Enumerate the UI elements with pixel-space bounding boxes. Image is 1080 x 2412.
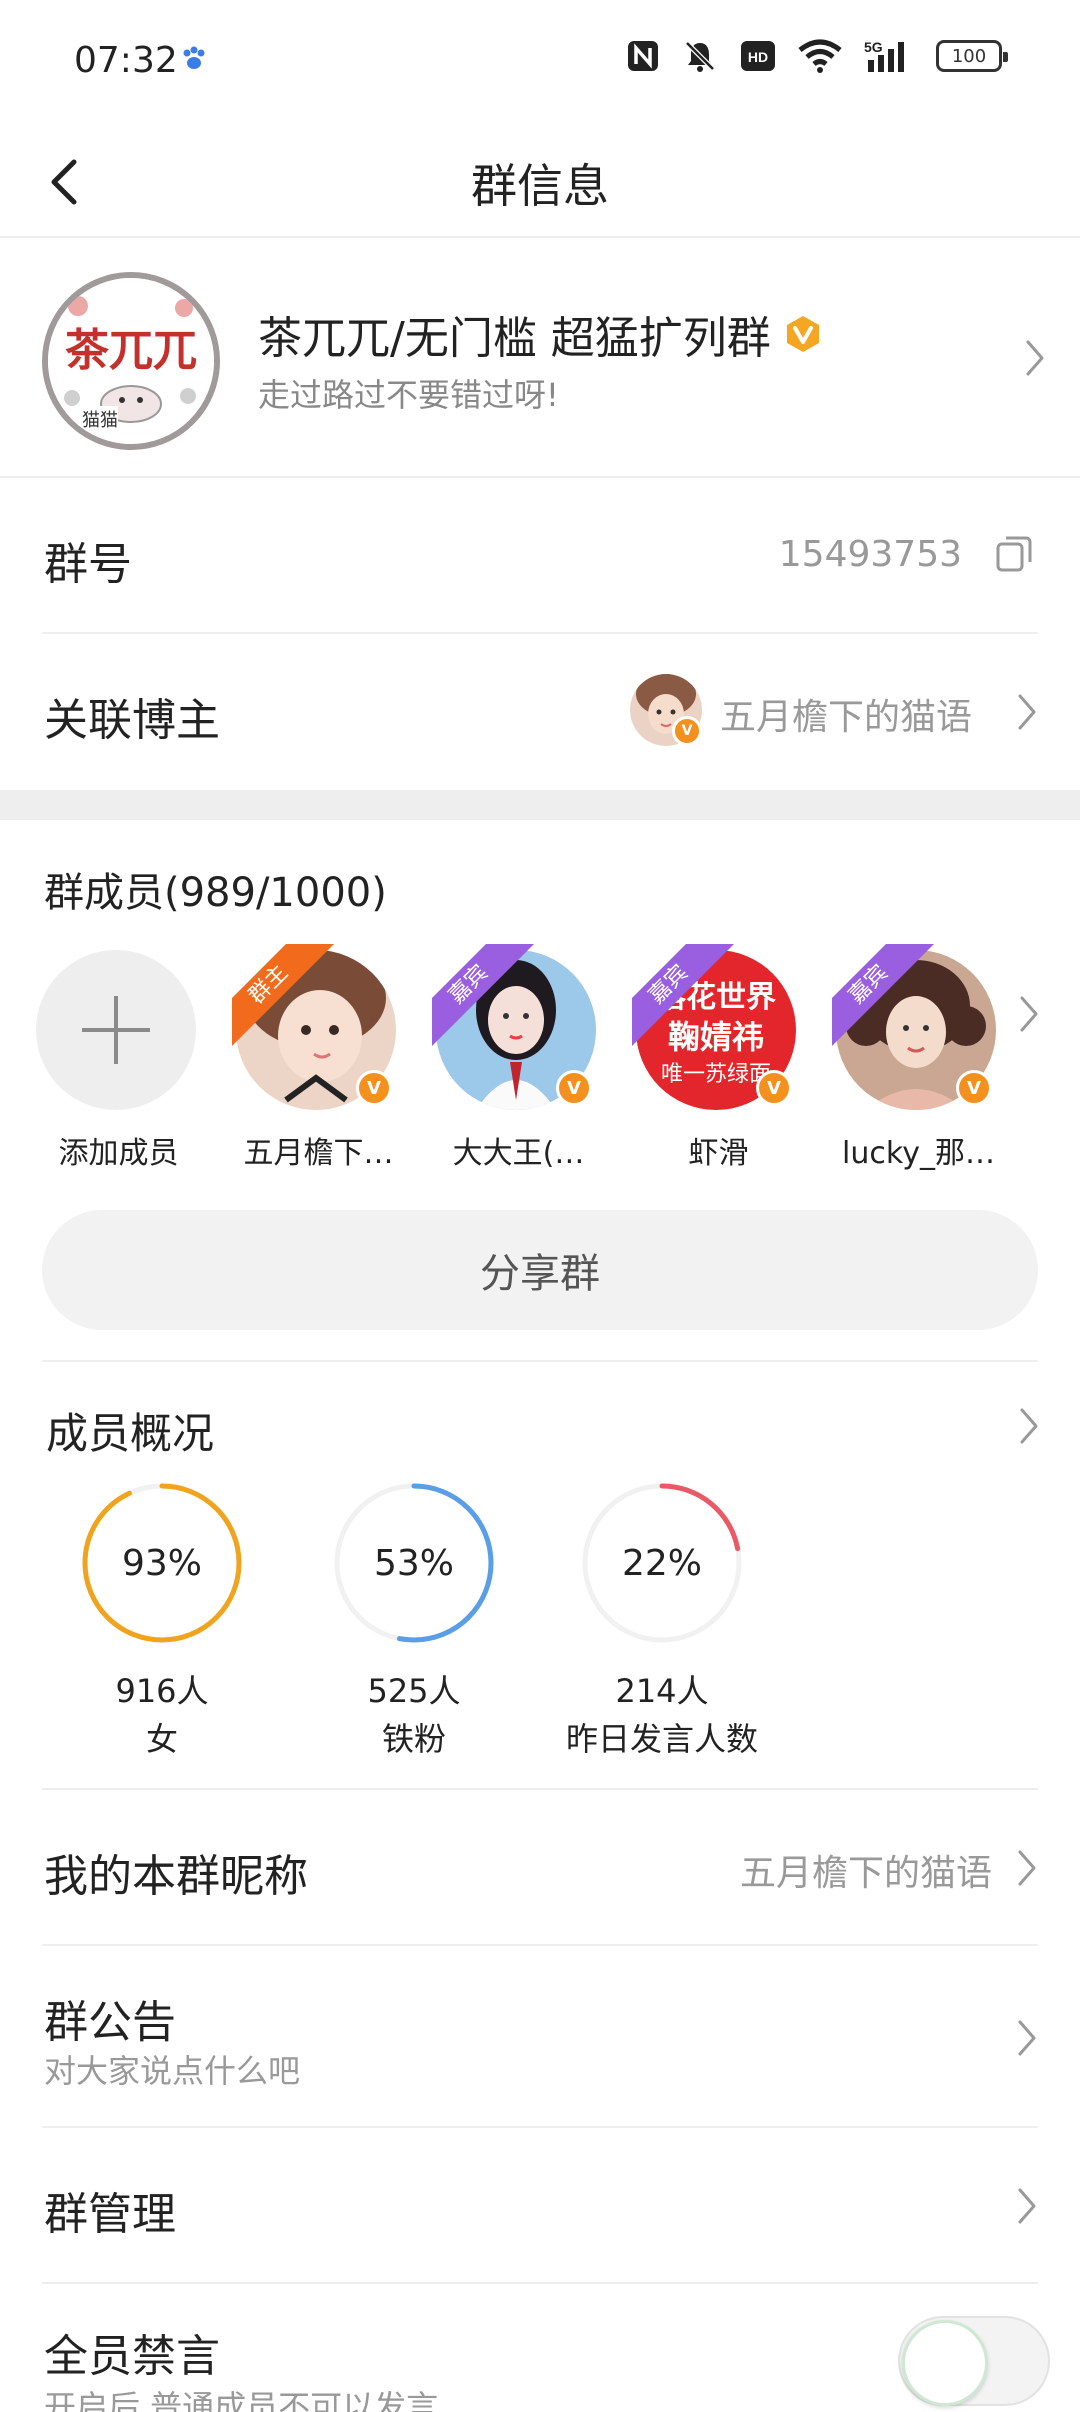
group-id-row: 群号 15493753 [42, 478, 1038, 634]
member-name: 虾滑 [688, 1136, 749, 1171]
verified-badge: V [356, 1070, 392, 1106]
svg-text:HD: HD [748, 49, 768, 65]
mute-all-toggle[interactable] [898, 2316, 1050, 2406]
member-name: 五月檐下… [243, 1136, 394, 1171]
stat-count: 214人 [615, 1672, 709, 1710]
members-more-chevron-icon[interactable] [1014, 992, 1044, 1036]
copy-icon[interactable] [994, 534, 1034, 574]
group-avatar: 茶兀兀 猫猫 [42, 272, 220, 450]
group-id-value: 15493753 [778, 534, 962, 575]
chevron-right-icon [1018, 694, 1036, 730]
status-bar: 07:32 HD 5G 100 [0, 0, 1080, 126]
member-name: 大大王(… [452, 1136, 585, 1171]
mute-all-label: 全员禁言 [44, 2331, 220, 2382]
battery-icon: 100 [936, 40, 1008, 72]
verified-badge: V [672, 716, 702, 746]
my-nickname-label: 我的本群昵称 [44, 1851, 308, 1902]
stat-percent: 22% [621, 1542, 702, 1584]
group-name: 茶兀兀/无门槛 超猛扩列群 [258, 313, 771, 364]
owner-ribbon: 群主 [232, 944, 342, 1054]
add-member-avatar [36, 950, 196, 1110]
my-nickname-value: 五月檐下的猫语 [739, 1853, 992, 1894]
group-id-label: 群号 [44, 539, 132, 590]
linked-blogger-name: 五月檐下的猫语 [720, 697, 973, 738]
guest-ribbon: 嘉宾 [832, 944, 942, 1054]
plus-icon [82, 996, 150, 1064]
member-name: lucky_那… [842, 1136, 995, 1171]
nfc-icon [628, 41, 658, 71]
stat-percent: 53% [373, 1542, 454, 1584]
guest-ribbon: 嘉宾 [432, 944, 542, 1054]
management-label: 群管理 [44, 2189, 176, 2240]
section-divider [0, 790, 1080, 820]
toggle-knob [902, 2320, 988, 2406]
group-avatar-subtext: 猫猫 [82, 406, 118, 432]
announcement-label: 群公告 [44, 1997, 176, 2048]
status-time: 07:32 [74, 40, 178, 81]
chevron-right-icon [1026, 340, 1044, 376]
divider [42, 1360, 1038, 1362]
share-group-button[interactable]: 分享群 [42, 1210, 1038, 1330]
baidu-paw-icon [183, 46, 205, 69]
chevron-right-icon [1018, 1850, 1036, 1886]
group-management-row[interactable]: 群管理 [42, 2128, 1038, 2284]
stat-label: 女 [145, 1720, 178, 1758]
nav-bar: 群信息 [0, 126, 1080, 238]
verified-badge: V [556, 1070, 592, 1106]
chevron-right-icon[interactable] [1014, 1404, 1044, 1448]
page-title: 群信息 [471, 159, 609, 213]
battery-level: 100 [951, 45, 987, 67]
mute-all-subtitle: 开启后,普通成员不可以发言 [44, 2388, 439, 2412]
status-icons: HD 5G 100 [626, 38, 1008, 74]
verified-badge: V [756, 1070, 792, 1106]
linked-blogger-label: 关联博主 [44, 695, 220, 746]
wifi-icon [798, 39, 842, 73]
stat-label: 昨日发言人数 [565, 1720, 758, 1758]
hd-icon: HD [741, 41, 775, 71]
stat-count: 525人 [367, 1672, 461, 1710]
verified-badge: V [956, 1070, 992, 1106]
vip-badge-icon [786, 316, 819, 352]
overview-title[interactable]: 成员概况 [46, 1400, 214, 1461]
announcement-row[interactable]: 群公告 对大家说点什么吧 [42, 1946, 1038, 2128]
linked-blogger-row[interactable]: 关联博主 V 五月檐下的猫语 [42, 634, 1038, 790]
group-avatar-text: 茶兀兀 [65, 325, 197, 376]
group-profile-card[interactable]: 茶兀兀 猫猫 茶兀兀/无门槛 超猛扩列群 走过路过不要错过呀! [0, 240, 1080, 478]
announcement-subtitle: 对大家说点什么吧 [44, 2052, 301, 2090]
group-description: 走过路过不要错过呀! [258, 376, 559, 414]
chevron-right-icon [1018, 2188, 1036, 2224]
signal-5g-icon: 5G [864, 39, 904, 72]
mute-all-row: 全员禁言 开启后,普通成员不可以发言 [42, 2284, 1038, 2412]
stat-percent: 93% [121, 1542, 202, 1584]
add-member-label: 添加成员 [58, 1136, 179, 1171]
guest-ribbon: 嘉宾 [632, 944, 742, 1054]
chevron-right-icon [1018, 2020, 1036, 2056]
my-nickname-row[interactable]: 我的本群昵称 五月檐下的猫语 [42, 1790, 1038, 1946]
stat-count: 916人 [115, 1672, 209, 1710]
stat-label: 铁粉 [381, 1720, 446, 1758]
members-title: 群成员(989/1000) [44, 870, 387, 916]
mute-icon [685, 41, 715, 72]
group-name-row: 茶兀兀/无门槛 超猛扩列群 [258, 302, 823, 366]
svg-text:5G: 5G [864, 39, 883, 55]
